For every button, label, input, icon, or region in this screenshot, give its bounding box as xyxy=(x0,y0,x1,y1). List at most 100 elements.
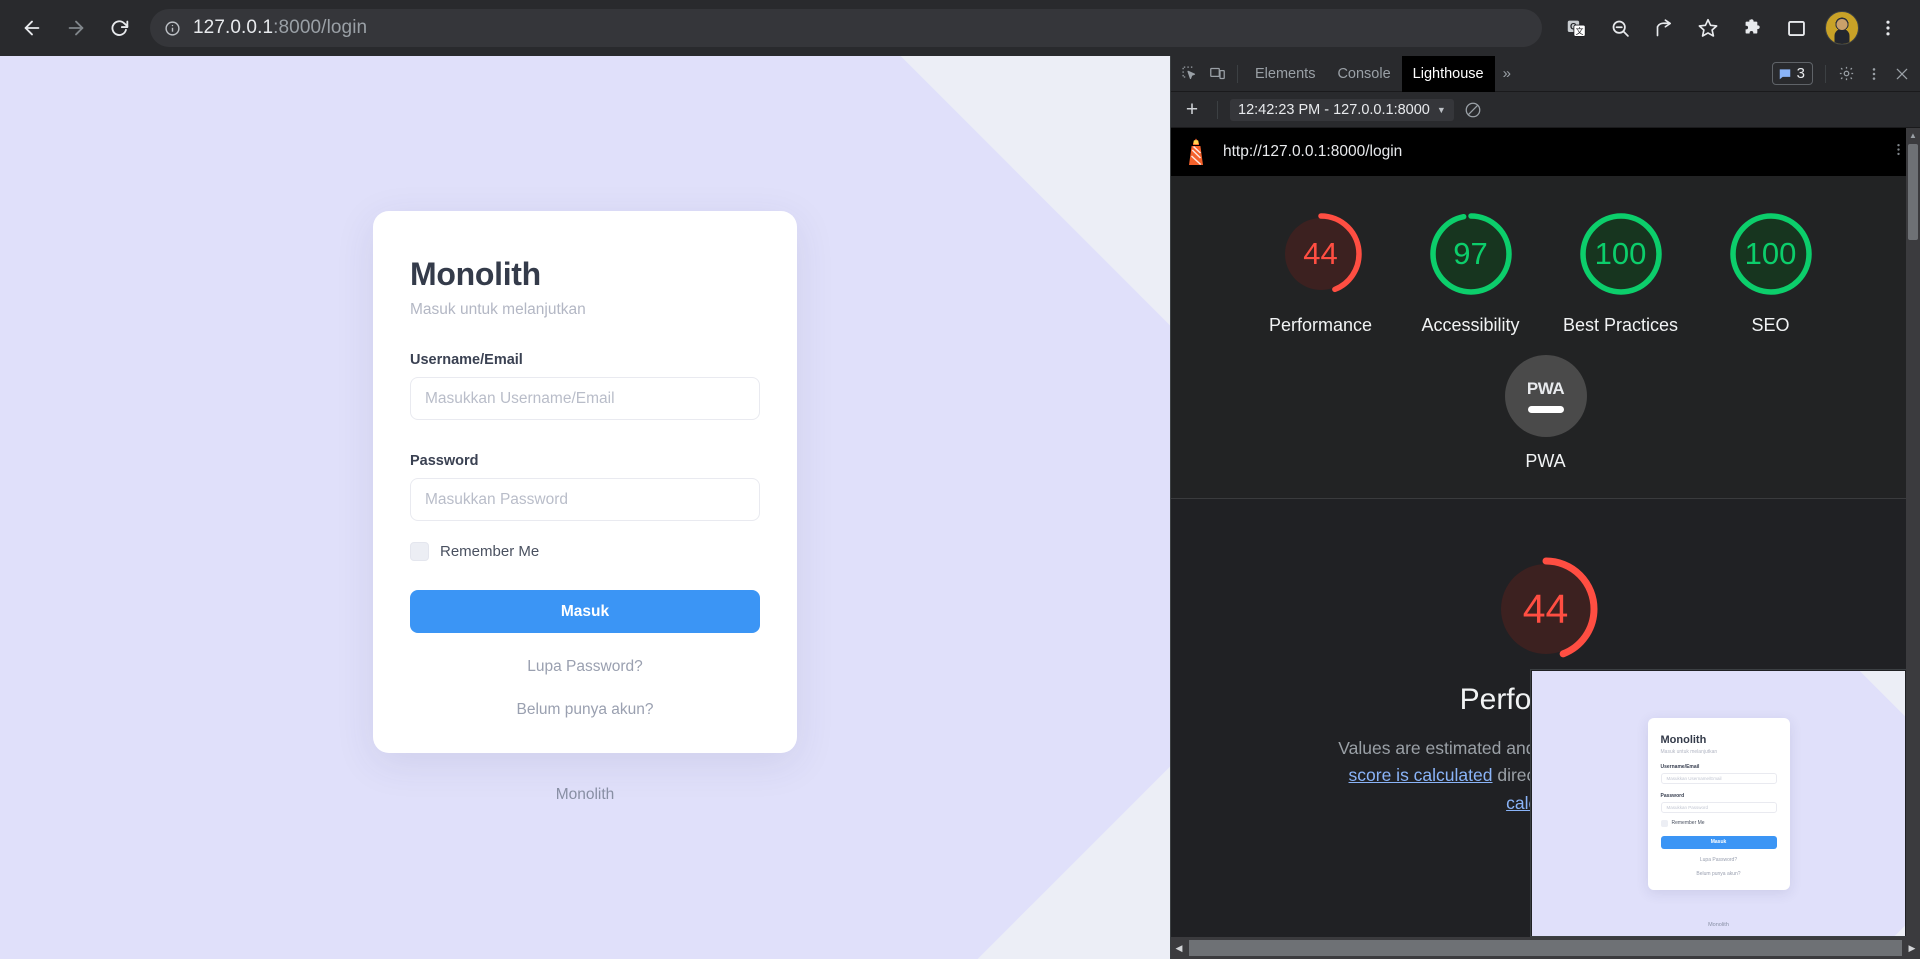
messages-icon xyxy=(1778,67,1792,81)
page-title: Monolith xyxy=(410,255,541,292)
username-label: Username/Email xyxy=(410,352,523,369)
score-value-accessibility: 97 xyxy=(1453,236,1488,271)
horizontal-scroll-thumb[interactable] xyxy=(1189,940,1902,956)
lighthouse-logo xyxy=(1183,137,1209,167)
thumbnail-submit-button: Masuk xyxy=(1660,835,1777,849)
score-label-pwa: PWA xyxy=(1525,451,1566,472)
thumbnail-forgot-link: Lupa Password? xyxy=(1699,856,1738,863)
submit-button[interactable]: Masuk xyxy=(410,590,760,634)
lighthouse-toolbar: + 12:42:23 PM - 127.0.0.1:8000 ▼ xyxy=(1171,92,1920,128)
pwa-badge-text: PWA xyxy=(1526,379,1565,399)
report-kebab-icon[interactable] xyxy=(1891,142,1906,162)
thumbnail-remember-label: Remember Me xyxy=(1671,820,1705,826)
forgot-password-link[interactable]: Lupa Password? xyxy=(527,658,642,675)
pwa-badge: PWA xyxy=(1504,355,1587,438)
thumbnail-username-label: Username/Email xyxy=(1660,763,1700,770)
toolbar-divider-2 xyxy=(1825,64,1826,83)
side-panel-icon[interactable] xyxy=(1776,8,1816,48)
report-horizontal-scrollbar[interactable]: ◀ ▶ xyxy=(1171,937,1920,959)
lighthouse-report: http://127.0.0.1:8000/login 44 Performan… xyxy=(1171,128,1920,959)
tab-lighthouse[interactable]: Lighthouse xyxy=(1401,55,1495,92)
site-info-icon[interactable] xyxy=(164,20,181,37)
lighthouse-report-header: http://127.0.0.1:8000/login xyxy=(1171,128,1920,176)
address-bar[interactable]: 127.0.0.1:8000/login xyxy=(150,9,1542,47)
device-toolbar-icon[interactable] xyxy=(1203,61,1231,87)
gear-icon[interactable] xyxy=(1832,61,1860,87)
lighthouse-report-url: http://127.0.0.1:8000/login xyxy=(1223,143,1403,160)
scroll-right-icon[interactable]: ▶ xyxy=(1904,937,1920,959)
forward-button[interactable] xyxy=(56,8,96,48)
svg-text:文: 文 xyxy=(1575,25,1583,35)
thumbnail-register-link: Belum punya akun? xyxy=(1696,870,1741,877)
inspect-element-icon[interactable] xyxy=(1175,61,1203,87)
clear-icon[interactable] xyxy=(1460,97,1486,123)
pwa-row: PWA PWA xyxy=(1171,355,1920,472)
page-viewport: Monolith Masuk untuk melanjutkan Usernam… xyxy=(0,56,1170,959)
thumbnail-username-input: Masukkan Username/Email xyxy=(1660,772,1777,784)
score-gauges-section: 44 Performance 97 Accessibility 100 Best… xyxy=(1171,176,1920,500)
devtools-tabbar: Elements Console Lighthouse » 3 xyxy=(1171,55,1920,92)
gauge-dial-seo: 100 xyxy=(1725,208,1817,300)
tab-elements[interactable]: Elements xyxy=(1244,56,1326,92)
score-label-seo: SEO xyxy=(1751,315,1790,335)
thumbnail-subtitle: Masuk untuk melanjutkan xyxy=(1660,748,1718,755)
score-gauge-row: 44 Performance 97 Accessibility 100 Best… xyxy=(1171,208,1920,337)
chevron-down-icon: ▼ xyxy=(1436,104,1446,115)
devtools-panel: Elements Console Lighthouse » 3 + 12:42:… xyxy=(1170,55,1920,959)
score-label-best-practices: Best Practices xyxy=(1562,315,1679,335)
score-gauge-pwa[interactable]: PWA PWA xyxy=(1504,355,1587,472)
messages-count: 3 xyxy=(1796,65,1805,82)
reload-button[interactable] xyxy=(100,8,140,48)
remember-me-row[interactable]: Remember Me xyxy=(410,542,760,562)
back-button[interactable] xyxy=(12,8,52,48)
report-select[interactable]: 12:42:23 PM - 127.0.0.1:8000 ▼ xyxy=(1230,98,1454,121)
password-label: Password xyxy=(410,453,479,470)
password-input[interactable] xyxy=(410,478,760,522)
profile-avatar[interactable] xyxy=(1825,11,1859,45)
score-label-performance: Performance xyxy=(1268,315,1373,335)
remember-me-label: Remember Me xyxy=(440,543,540,561)
subbar-divider xyxy=(1217,100,1218,119)
thumbnail-footer: Monolith xyxy=(1708,922,1729,928)
horizontal-scroll-track[interactable] xyxy=(1187,937,1904,959)
browser-toolbar: 127.0.0.1:8000/login G文 xyxy=(0,0,1920,56)
login-card: Monolith Masuk untuk melanjutkan Usernam… xyxy=(373,210,797,754)
score-gauge-performance[interactable]: 44 Performance xyxy=(1252,208,1390,337)
page-screenshot-thumbnail[interactable]: Monolith Masuk untuk melanjutkan Usernam… xyxy=(1530,669,1920,937)
score-value-performance: 44 xyxy=(1303,236,1338,271)
share-icon[interactable] xyxy=(1644,8,1684,48)
thumbnail-inner: Monolith Masuk untuk melanjutkan Usernam… xyxy=(1532,671,1905,936)
thumbnail-login-card: Monolith Masuk untuk melanjutkan Usernam… xyxy=(1647,717,1790,890)
messages-badge[interactable]: 3 xyxy=(1771,62,1813,85)
report-vertical-scrollbar[interactable]: ▲ xyxy=(1906,128,1920,959)
score-gauge-seo[interactable]: 100 SEO xyxy=(1702,208,1840,337)
score-value-performance-large: 44 xyxy=(1522,585,1569,632)
extensions-puzzle-icon[interactable] xyxy=(1732,8,1772,48)
forgot-password-row: Lupa Password? xyxy=(410,658,760,676)
score-gauge-best-practices[interactable]: 100 Best Practices xyxy=(1552,208,1690,337)
score-gauge-accessibility[interactable]: 97 Accessibility xyxy=(1402,208,1540,337)
three-dot-menu-icon[interactable] xyxy=(1868,8,1908,48)
score-value-best-practices: 100 xyxy=(1594,236,1647,271)
page-footer: Monolith xyxy=(555,786,615,804)
close-icon[interactable] xyxy=(1888,61,1916,87)
scroll-left-icon[interactable]: ◀ xyxy=(1171,937,1187,959)
register-row: Belum punya akun? xyxy=(410,701,760,719)
kebab-menu-icon[interactable] xyxy=(1860,61,1888,87)
address-bar-url: 127.0.0.1:8000/login xyxy=(193,17,368,38)
report-select-value: 12:42:23 PM - 127.0.0.1:8000 xyxy=(1238,101,1430,118)
scroll-up-icon[interactable]: ▲ xyxy=(1906,128,1920,142)
new-report-button[interactable]: + xyxy=(1179,97,1205,123)
zoom-out-icon[interactable] xyxy=(1600,8,1640,48)
username-input[interactable] xyxy=(410,377,760,421)
vertical-scroll-thumb[interactable] xyxy=(1908,144,1918,240)
remember-me-checkbox[interactable] xyxy=(410,542,429,562)
tab-console[interactable]: Console xyxy=(1326,56,1401,92)
register-link[interactable]: Belum punya akun? xyxy=(516,701,653,718)
screen-root: 127.0.0.1:8000/login G文 Monolith Masuk u… xyxy=(0,0,1920,959)
translate-icon[interactable]: G文 xyxy=(1556,8,1596,48)
thumbnail-password-input: Masukkan Password xyxy=(1660,801,1777,813)
bookmark-star-icon[interactable] xyxy=(1688,8,1728,48)
tab-overflow-icon[interactable]: » xyxy=(1495,56,1519,92)
toolbar-divider xyxy=(1237,64,1238,83)
